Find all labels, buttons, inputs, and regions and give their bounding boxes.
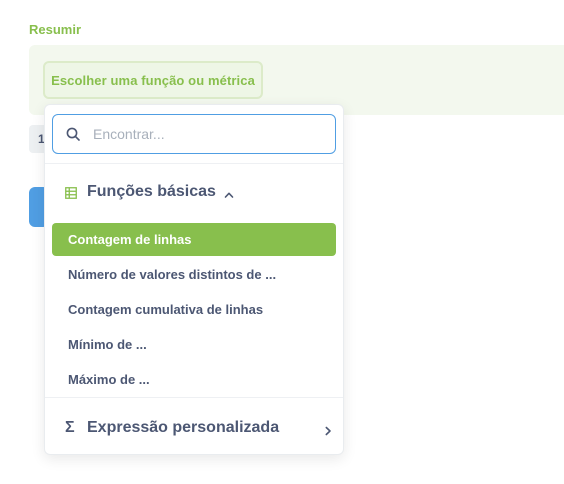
list-item-cumulative-count[interactable]: Contagem cumulativa de linhas xyxy=(52,293,336,326)
list-item-minimum[interactable]: Mínimo de ... xyxy=(52,328,336,361)
table-icon xyxy=(65,186,77,199)
list-item-distinct-values[interactable]: Número de valores distintos de ... xyxy=(52,258,336,291)
list-item-maximum[interactable]: Máximo de ... xyxy=(52,363,336,396)
search-input[interactable] xyxy=(93,126,313,142)
section-header-basic-functions[interactable]: Funções básicas xyxy=(65,177,234,207)
chevron-up-icon xyxy=(224,187,234,198)
list-item-count-rows[interactable]: Contagem de linhas xyxy=(52,223,336,256)
custom-expression-label: Expressão personalizada xyxy=(87,419,280,436)
search-icon xyxy=(66,127,80,141)
chevron-right-icon xyxy=(323,423,333,436)
custom-expression-item[interactable]: Σ Expressão personalizada xyxy=(65,413,333,443)
search-box[interactable] xyxy=(52,114,336,154)
aggregation-popover: Funções básicas Contagem de linhas Númer… xyxy=(44,104,344,455)
choose-metric-button[interactable]: Escolher uma função ou métrica xyxy=(43,61,263,99)
function-list: Contagem de linhas Número de valores dis… xyxy=(52,223,336,398)
divider xyxy=(45,397,343,398)
sigma-icon: Σ xyxy=(65,419,75,436)
divider xyxy=(45,163,343,164)
section-title: Funções básicas xyxy=(87,183,216,200)
summarize-section-label: Resumir xyxy=(29,22,82,37)
